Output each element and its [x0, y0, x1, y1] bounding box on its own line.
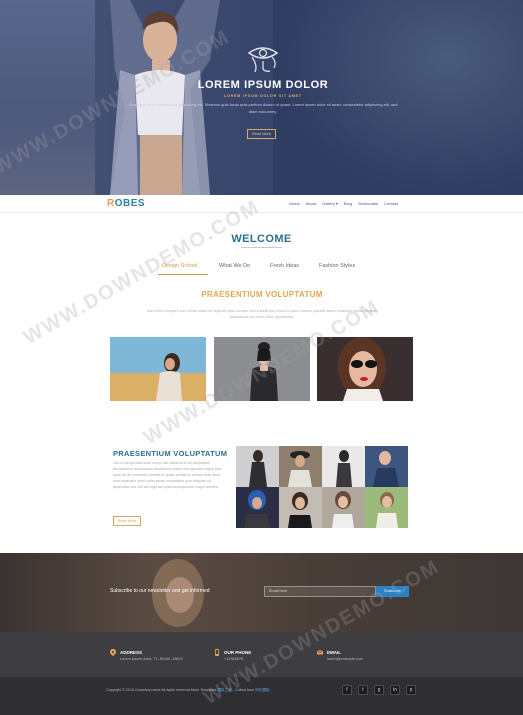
section-title: PRAESENTIUM VOLUPTATUM — [201, 290, 323, 299]
phone-title: OUR PHONE — [224, 650, 252, 655]
second-read-more-button[interactable]: Read More — [113, 516, 141, 526]
tab-fresh-ideas[interactable]: Fresh Ideas — [270, 263, 299, 269]
eye-logo-icon — [247, 47, 279, 73]
pinterest-icon[interactable]: p — [406, 685, 416, 695]
phone-icon — [215, 649, 219, 656]
hero-banner: LOREM IPSUM DOLOR LOREM IPSUM DOLOR SIT … — [0, 0, 523, 195]
second-section-text: Sed ut perspiciatis unde omnis iste natu… — [113, 461, 222, 489]
gallery-image-1[interactable] — [236, 446, 279, 487]
facebook-icon[interactable]: f — [342, 685, 352, 695]
social-icons: f t g in p — [342, 685, 416, 695]
photo-hay-field[interactable] — [110, 337, 206, 401]
map-marker-icon — [110, 649, 116, 656]
second-section-title: PRAESENTIUM VOLUPTATUM — [113, 449, 228, 458]
address-value: Lorem ipsum dolor, 71, 80160, 48679 — [120, 657, 183, 661]
email-value[interactable]: lorem@example.com — [327, 657, 363, 661]
nav-gallery[interactable]: Gallery ▾ — [322, 201, 338, 206]
linkedin-icon[interactable]: in — [390, 685, 400, 695]
active-tab-underline — [158, 274, 208, 275]
newsletter-section: Subscribe to our newsletter and get info… — [0, 553, 523, 632]
address-title: ADDRESS — [120, 650, 143, 655]
newsletter-label: Subscribe to our newsletter and get info… — [110, 588, 210, 594]
twitter-icon[interactable]: t — [358, 685, 368, 695]
nav-about[interactable]: About — [306, 201, 316, 206]
nav-home[interactable]: Home — [289, 201, 300, 206]
photo-sunglasses[interactable] — [317, 337, 413, 401]
brand-rest: OBES — [114, 198, 146, 209]
gallery-image-2[interactable] — [279, 446, 322, 487]
nav-links: Home About Gallery ▾ Blog Shortcodes Con… — [289, 201, 398, 206]
email-title: EMAIL — [327, 650, 341, 655]
nav-contact[interactable]: Contact — [384, 201, 398, 206]
gallery-image-5[interactable] — [236, 487, 279, 528]
nav-blog[interactable]: Blog — [344, 201, 352, 206]
collect-link[interactable]: 网页模板 — [255, 688, 269, 692]
welcome-tabs: Design School What We Do Fresh Ideas Fas… — [158, 263, 368, 276]
tab-fashion-styles[interactable]: Fashion Styles — [319, 263, 355, 269]
nav-shortcodes[interactable]: Shortcodes — [358, 201, 378, 206]
google-plus-icon[interactable]: g — [374, 685, 384, 695]
phone-value: +12345678 — [224, 657, 244, 661]
hero-title: LOREM IPSUM DOLOR — [197, 79, 329, 91]
brand-initial: R — [107, 198, 115, 209]
welcome-divider — [241, 247, 282, 248]
gallery-image-7[interactable] — [322, 487, 365, 528]
brand-logo[interactable]: ROBES — [107, 198, 145, 209]
hero-read-more-button[interactable]: Read More — [247, 129, 276, 139]
hero-subtitle: LOREM IPSUM DOLOR SIT AMET — [224, 94, 302, 98]
email-icon — [317, 650, 323, 655]
gallery-image-6[interactable] — [279, 487, 322, 528]
gallery-image-8[interactable] — [365, 487, 408, 528]
newsletter-email-input[interactable]: Email here — [264, 586, 376, 597]
gallery-grid — [236, 446, 409, 528]
tab-what-we-do[interactable]: What We Do — [219, 263, 250, 269]
hero-text: Sit amet erat et consectetur adipiscing … — [128, 102, 398, 114]
gallery-image-3[interactable] — [322, 446, 365, 487]
gallery-image-4[interactable] — [365, 446, 408, 487]
footer: Copyright © 2016 Company name All rights… — [0, 677, 523, 715]
